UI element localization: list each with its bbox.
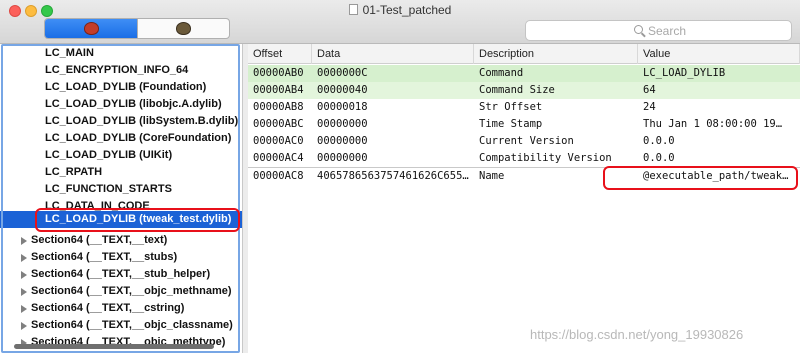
detail-table: Offset Data Description Value 00000AB0 00000… — [248, 44, 800, 353]
table-cell: LC_LOAD_DYLIB — [643, 67, 726, 79]
tree-item[interactable]: LC_LOAD_DYLIB (Foundation) — [0, 79, 242, 96]
tree-item[interactable]: LC_LOAD_DYLIB (UIKit) — [0, 147, 242, 164]
column-header[interactable]: Value — [638, 44, 800, 64]
tree-item-label: LC_MAIN — [45, 47, 94, 59]
table-cell: 4065786563757461626C655… — [317, 170, 469, 182]
tree-item[interactable]: LC_RPATH — [0, 164, 242, 181]
watermark: https://blog.csdn.net/yong_19930826 — [530, 327, 744, 342]
window-title-text: 01-Test_patched — [362, 3, 452, 17]
tree-item-label: LC_LOAD_DYLIB (libSystem.B.dylib) — [45, 115, 239, 127]
tree-item[interactable]: LC_ENCRYPTION_INFO_64 — [0, 62, 242, 79]
disclosure-triangle-icon[interactable] — [21, 322, 27, 330]
table-cell: 00000000 — [317, 135, 368, 147]
tree-item-label: LC_RPATH — [45, 166, 103, 178]
tree-item[interactable]: Section64 (__TEXT,__stub_helper) — [0, 266, 242, 283]
tree-item-label: LC_ENCRYPTION_INFO_64 — [45, 64, 189, 76]
tree-item[interactable]: LC_FUNCTION_STARTS — [0, 181, 242, 198]
table-cell: 24 — [643, 101, 656, 113]
table-cell: 00000AC0 — [253, 135, 304, 147]
table-cell: 00000AB8 — [253, 101, 304, 113]
table-header: Offset Data Description Value — [248, 44, 800, 64]
table-cell: Name — [479, 170, 505, 182]
table-cell: 00000ABC — [253, 118, 304, 130]
table-cell: 64 — [643, 84, 656, 96]
table-cell: Compatibility Version — [479, 152, 612, 164]
table-cell: 00000000 — [317, 118, 368, 130]
search-input[interactable] — [648, 23, 778, 39]
disclosure-triangle-icon[interactable] — [21, 271, 27, 279]
tree-item-label: LC_FUNCTION_STARTS — [45, 183, 172, 195]
table-cell: 00000AB4 — [253, 84, 304, 96]
tree-item-label: Section64 (__TEXT,__stub_helper) — [31, 268, 211, 280]
load-commands-tree[interactable]: LC_MAIN LC_ENCRYPTION_INFO_64 LC_LOAD_DYLI… — [0, 44, 243, 353]
column-header[interactable]: Description — [474, 44, 638, 64]
tree-item-label: Section64 (__TEXT,__cstring) — [31, 302, 185, 314]
search-icon — [634, 25, 643, 34]
table-cell: 0000000C — [317, 67, 368, 79]
bug-icon — [177, 22, 191, 34]
segment-raw[interactable] — [45, 19, 137, 38]
table-cell: Time Stamp — [479, 118, 543, 130]
table-cell: 00000AB0 — [253, 67, 304, 79]
table-row[interactable]: 00000AC8 4065786563757461626C655… Name @exe… — [248, 168, 800, 185]
column-header[interactable]: Data — [312, 44, 474, 64]
tree-item[interactable]: Section64 (__TEXT,__objc_methname) — [0, 283, 242, 300]
table-cell: Thu Jan 1 08:00:00 19… — [643, 118, 783, 130]
table-row[interactable]: 00000AB0 0000000C Command LC_LOAD_DYLIB — [248, 65, 800, 82]
tree-item-label: Section64 (__TEXT,__objc_methname) — [31, 285, 232, 297]
tree-item[interactable]: LC_LOAD_DYLIB (CoreFoundation) — [0, 130, 242, 147]
table-cell: Command Size — [479, 84, 555, 96]
machoview-window: 01-Test_patched LC_MAIN LC_ENCRYPTION_INF… — [0, 0, 800, 353]
disclosure-triangle-icon[interactable] — [21, 237, 27, 245]
column-header[interactable]: Offset — [248, 44, 312, 64]
table-cell: Str Offset — [479, 101, 543, 113]
row-divider — [248, 167, 800, 168]
table-row[interactable]: 00000AB8 00000018 Str Offset 24 — [248, 99, 800, 116]
table-cell: Command — [479, 67, 524, 79]
tree-item[interactable]: Section64 (__TEXT,__cstring) — [0, 300, 242, 317]
table-cell: 00000000 — [317, 152, 368, 164]
bug-icon — [84, 22, 98, 34]
tree-item[interactable]: Section64 (__TEXT,__text) — [0, 232, 242, 249]
table-cell: 00000AC4 — [253, 152, 304, 164]
segment-rva[interactable] — [136, 19, 230, 38]
view-mode-segmented-control[interactable] — [44, 18, 230, 39]
tree-item-selected[interactable]: LC_LOAD_DYLIB (tweak_test.dylib) — [0, 211, 242, 228]
table-cell: @executable_path/tweak… — [643, 170, 789, 182]
table-cell: 00000AC8 — [253, 170, 304, 182]
table-cell: 00000040 — [317, 84, 368, 96]
table-row[interactable]: 00000AC0 00000000 Current Version 0.0.0 — [248, 133, 800, 150]
table-row[interactable]: 00000AC4 00000000 Compatibility Version 0.0… — [248, 150, 800, 167]
tree-item[interactable]: LC_LOAD_DYLIB (libSystem.B.dylib) — [0, 113, 242, 130]
table-cell: Current Version — [479, 135, 574, 147]
tree-item[interactable]: Section64 (__TEXT,__stubs) — [0, 249, 242, 266]
tree-item[interactable]: LC_MAIN — [0, 45, 242, 62]
window-title: 01-Test_patched — [0, 3, 800, 17]
search-field[interactable] — [525, 20, 792, 41]
table-cell: 00000018 — [317, 101, 368, 113]
tree-item[interactable]: Section64 (__TEXT,__objc_classname) — [0, 317, 242, 334]
disclosure-triangle-icon[interactable] — [21, 288, 27, 296]
horizontal-scrollbar[interactable] — [14, 344, 214, 349]
tree-item-label: Section64 (__TEXT,__objc_classname) — [31, 319, 233, 331]
tree-item-label: Section64 (__TEXT,__text) — [31, 234, 168, 246]
tree-item[interactable]: LC_LOAD_DYLIB (libobjc.A.dylib) — [0, 96, 242, 113]
tree-item-label: LC_LOAD_DYLIB (Foundation) — [45, 81, 207, 93]
tree-item-label: LC_LOAD_DYLIB (CoreFoundation) — [45, 132, 232, 144]
document-icon — [348, 4, 358, 15]
title-bar: 01-Test_patched — [0, 0, 800, 44]
tree-item-label: LC_LOAD_DYLIB (libobjc.A.dylib) — [45, 98, 222, 110]
table-cell: 0.0.0 — [643, 135, 675, 147]
table-row[interactable]: 00000AB4 00000040 Command Size 64 — [248, 82, 800, 99]
tree-item-label: LC_LOAD_DYLIB (tweak_test.dylib) — [45, 213, 232, 225]
disclosure-triangle-icon[interactable] — [21, 305, 27, 313]
tree-item-label: Section64 (__TEXT,__stubs) — [31, 251, 178, 263]
table-row[interactable]: 00000ABC 00000000 Time Stamp Thu Jan 1 08:0… — [248, 116, 800, 133]
tree-item-label: LC_LOAD_DYLIB (UIKit) — [45, 149, 173, 161]
table-cell: 0.0.0 — [643, 152, 675, 164]
disclosure-triangle-icon[interactable] — [21, 254, 27, 262]
